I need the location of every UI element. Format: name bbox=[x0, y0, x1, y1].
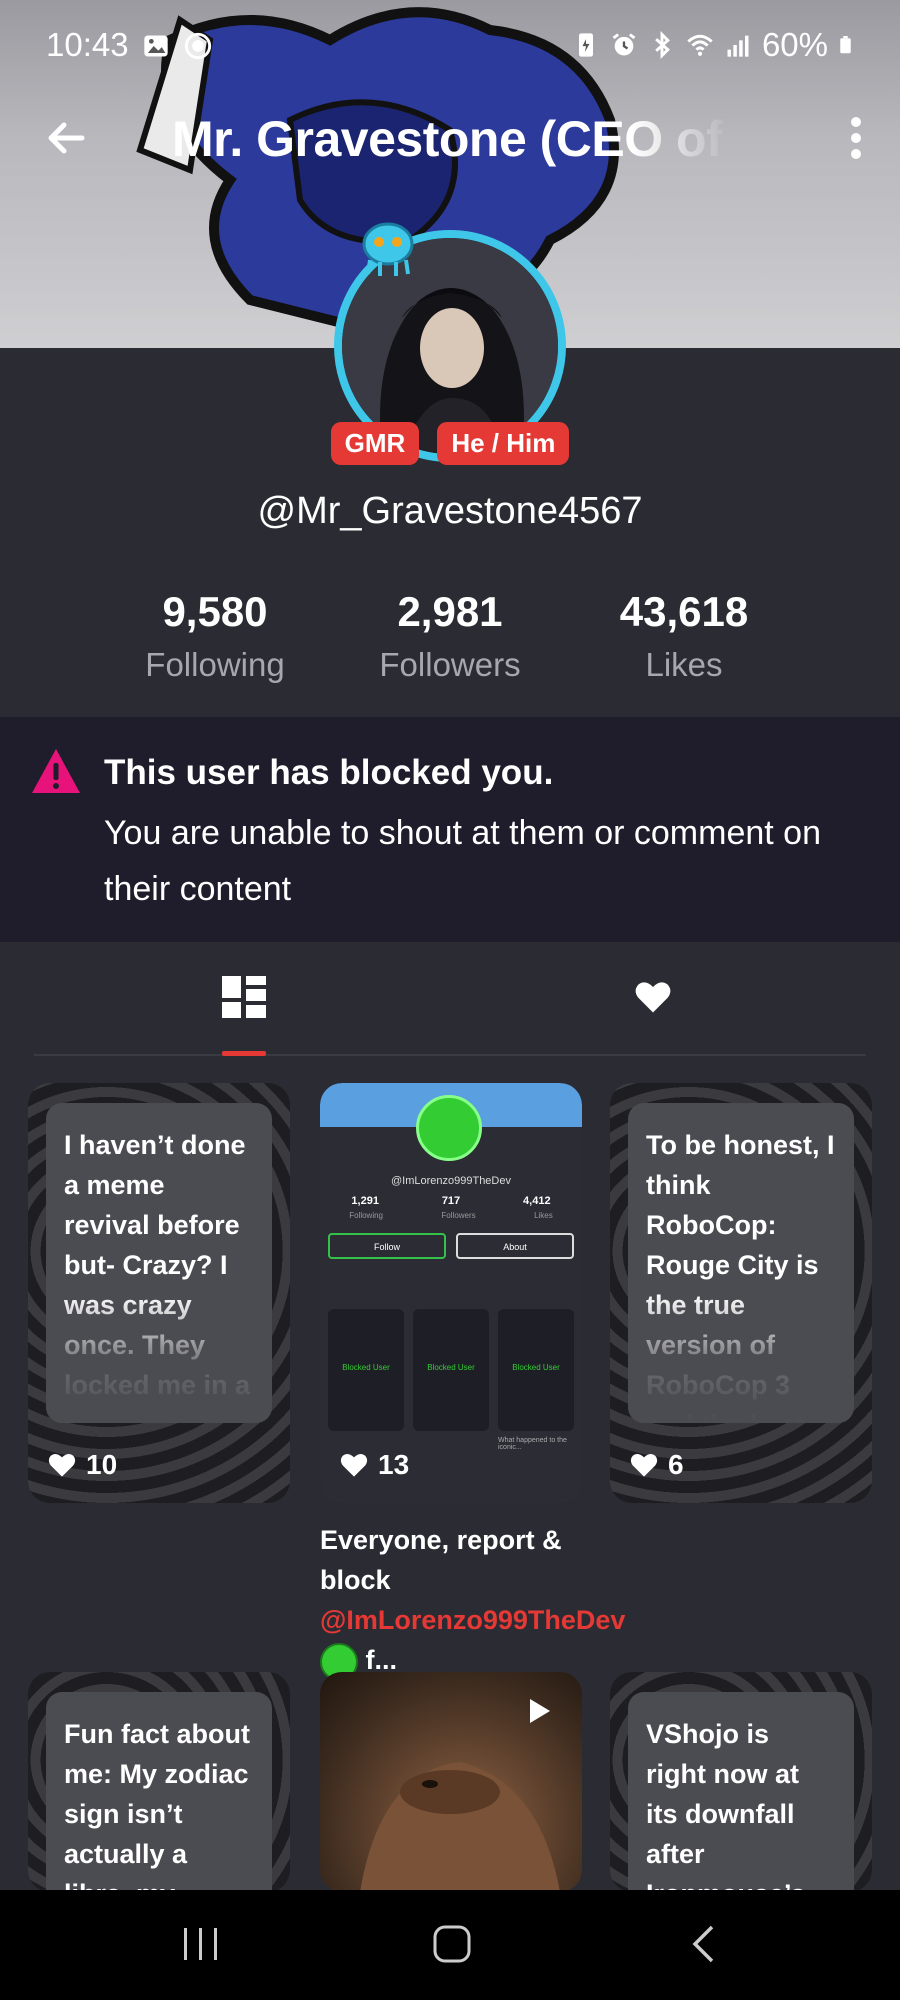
gallery-icon bbox=[144, 35, 168, 57]
post-card[interactable]: Fun fact about me: My zodiac sign isn’t … bbox=[28, 1672, 290, 1892]
tag-badge: GMR bbox=[330, 422, 420, 465]
status-bar: 10:43 60% bbox=[0, 0, 900, 96]
stat-value: 43,618 bbox=[619, 588, 749, 635]
post-card[interactable]: VShojo is right now at its downfall afte… bbox=[610, 1672, 872, 1892]
post-caption[interactable]: Everyone, report & block @ImLorenzo999Th… bbox=[320, 1520, 625, 1681]
profile-tags: GMR He / Him bbox=[0, 422, 900, 465]
pronoun-badge: He / Him bbox=[437, 422, 570, 465]
post-text-panel: To be honest, I think RoboCop: Rouge Cit… bbox=[628, 1103, 854, 1423]
active-tab-indicator bbox=[222, 1051, 266, 1056]
nav-back-icon[interactable] bbox=[690, 1924, 718, 1964]
embedded-stat-label: Followers bbox=[441, 1211, 476, 1220]
embedded-about-button: About bbox=[456, 1233, 574, 1259]
stat-followers[interactable]: 2,981 Followers bbox=[340, 588, 560, 684]
post-likes: 13 bbox=[340, 1449, 409, 1481]
bluetooth-icon bbox=[655, 31, 670, 59]
embedded-follow-button: Follow bbox=[328, 1233, 446, 1259]
embedded-tile: Blocked User bbox=[413, 1309, 489, 1431]
home-icon[interactable] bbox=[432, 1924, 472, 1964]
post-card[interactable]: I haven’t done a meme revival before but… bbox=[28, 1083, 290, 1503]
tab-liked-heart-icon[interactable] bbox=[634, 980, 672, 1014]
embedded-stat-label: Likes bbox=[534, 1211, 553, 1220]
battery-percent: 60% bbox=[761, 26, 828, 63]
play-icon bbox=[530, 1699, 550, 1723]
stat-value: 2,981 bbox=[397, 588, 503, 635]
post-text-panel: I haven’t done a meme revival before but… bbox=[46, 1103, 272, 1423]
like-heart-icon bbox=[48, 1453, 76, 1477]
post-likes: 6 bbox=[630, 1449, 684, 1481]
embedded-avatar bbox=[416, 1095, 482, 1161]
post-text: Fun fact about me: My zodiac sign isn’t … bbox=[64, 1719, 250, 1892]
like-count: 13 bbox=[378, 1449, 410, 1480]
like-heart-icon bbox=[630, 1453, 658, 1477]
embedded-stat: 1,291 bbox=[351, 1195, 379, 1207]
embedded-handle: @ImLorenzo999TheDev bbox=[390, 1175, 511, 1187]
embedded-profile-screenshot: @ImLorenzo999TheDev 1,291 717 4,412 Foll… bbox=[320, 1083, 582, 1497]
caption-suffix: f... bbox=[358, 1645, 398, 1675]
battery-saver-icon bbox=[578, 33, 593, 57]
stat-likes[interactable]: 43,618 Likes bbox=[574, 588, 794, 684]
stat-label: Followers bbox=[379, 646, 521, 683]
like-count: 6 bbox=[668, 1449, 684, 1480]
caption-text: Everyone, report & block bbox=[320, 1525, 562, 1595]
top-app-bar: Mr. Gravestone (CEO of bbox=[0, 96, 900, 180]
post-likes: 10 bbox=[48, 1449, 117, 1481]
media-playback-icon bbox=[184, 32, 212, 60]
blocked-title: This user has blocked you. bbox=[104, 753, 554, 792]
embedded-stat: 717 bbox=[441, 1195, 461, 1207]
stat-label: Following bbox=[145, 646, 285, 683]
embedded-tile-caption: What happened to the iconic... bbox=[498, 1437, 567, 1451]
recent-apps-icon[interactable] bbox=[180, 1924, 222, 1964]
wifi-icon bbox=[687, 34, 713, 56]
embedded-tile: Blocked User bbox=[328, 1309, 404, 1431]
content-tabs bbox=[34, 942, 866, 1056]
stat-following[interactable]: 9,580 Following bbox=[105, 588, 325, 684]
more-options-icon[interactable] bbox=[844, 116, 868, 160]
blocked-body: You are unable to shout at them or comme… bbox=[104, 814, 821, 908]
system-navigation-bar bbox=[0, 1890, 900, 2000]
post-text-panel: VShojo is right now at its downfall afte… bbox=[628, 1692, 854, 1892]
stat-label: Likes bbox=[645, 646, 723, 683]
video-post-card[interactable] bbox=[320, 1672, 582, 1892]
signal-icon bbox=[727, 35, 749, 57]
tab-posts-grid-icon[interactable] bbox=[222, 976, 266, 1018]
like-count: 10 bbox=[86, 1449, 118, 1480]
profile-stats: 9,580 Following 2,981 Followers 43,618 L… bbox=[0, 588, 900, 698]
status-time: 10:43 bbox=[46, 26, 129, 63]
post-card[interactable]: @ImLorenzo999TheDev 1,291 717 4,412 Foll… bbox=[320, 1083, 582, 1503]
battery-icon bbox=[840, 36, 851, 54]
embedded-stat: 4,412 bbox=[523, 1195, 551, 1207]
avatar-badge-icon bbox=[362, 222, 414, 276]
warning-icon bbox=[32, 749, 80, 793]
post-text: VShojo is right now at its downfall afte… bbox=[646, 1719, 806, 1892]
post-card[interactable]: To be honest, I think RoboCop: Rouge Cit… bbox=[610, 1083, 872, 1503]
caption-mention[interactable]: @ImLorenzo999TheDev bbox=[320, 1605, 625, 1635]
alarm-icon bbox=[612, 33, 636, 56]
embedded-tile: Blocked User bbox=[498, 1309, 574, 1431]
like-heart-icon bbox=[340, 1453, 368, 1477]
blocked-notice: This user has blocked you. You are unabl… bbox=[0, 717, 900, 942]
stat-value: 9,580 bbox=[162, 588, 268, 635]
embedded-stat-label: Following bbox=[349, 1211, 383, 1220]
back-arrow-icon[interactable] bbox=[42, 114, 90, 162]
profile-handle: @Mr_Gravestone4567 bbox=[257, 490, 643, 532]
post-text-panel: Fun fact about me: My zodiac sign isn’t … bbox=[46, 1692, 272, 1892]
profile-title: Mr. Gravestone (CEO of bbox=[172, 111, 723, 167]
